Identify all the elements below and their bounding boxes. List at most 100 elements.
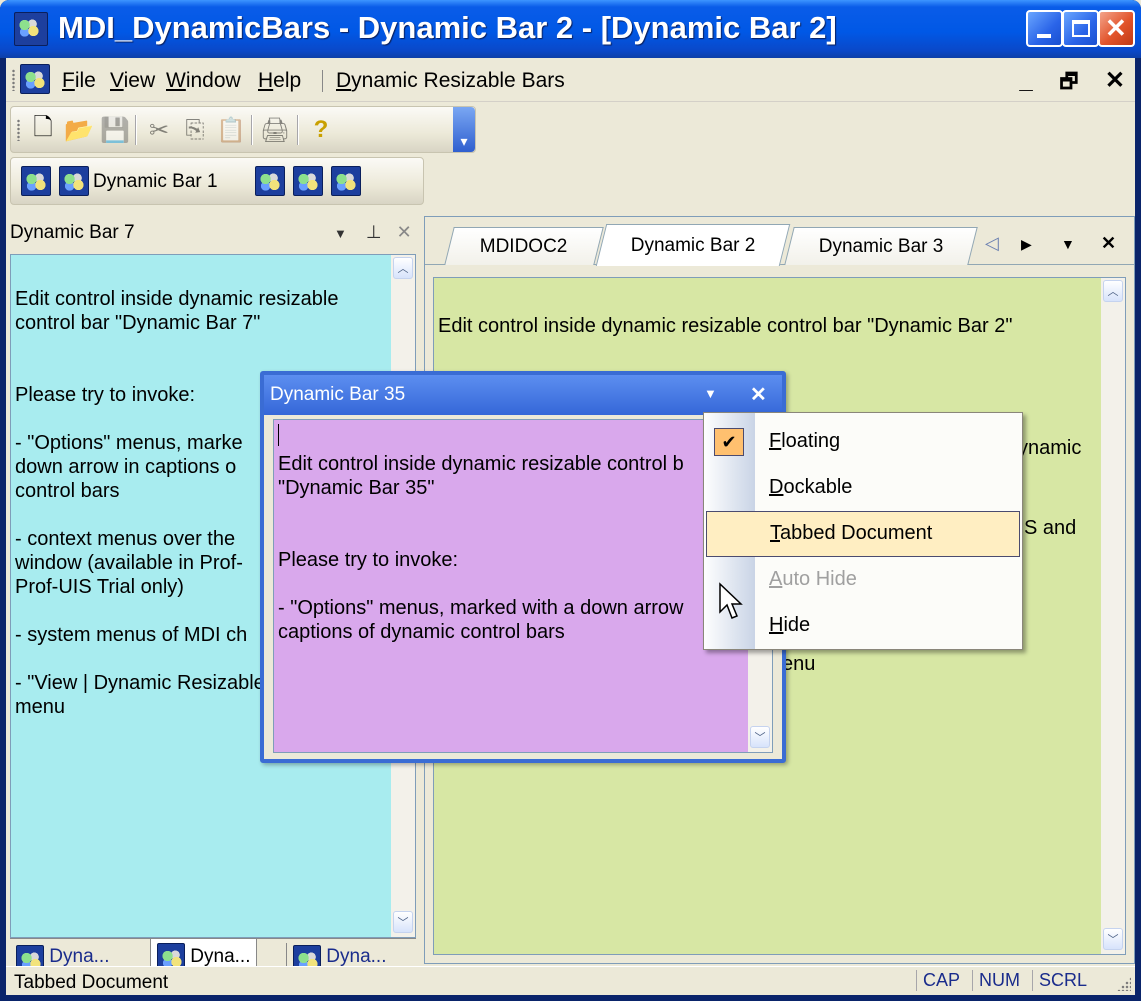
menu-item-key: A [769,568,783,590]
bar-35-titlebar[interactable]: Dynamic Bar 35 ▼ ✕ [264,375,782,415]
menu-item-tabbed-document[interactable]: Tabbed Document [706,511,1020,557]
menu-item-rest: ockable [783,476,853,498]
close-icon[interactable]: ✕ [397,222,412,242]
toolbar-grip[interactable] [17,119,20,141]
scroll-up-button[interactable]: ︿ [1103,280,1123,302]
app-icon[interactable] [14,12,48,46]
menu-dynamic-bars-rest: ynamic Resizable Bars [351,69,565,92]
menu-file[interactable]: File [62,69,96,93]
toolbar-separator [297,115,299,145]
menu-help[interactable]: Help [258,69,301,93]
tab-scroll-right-icon[interactable]: ▶ [1021,236,1032,253]
window-title: MDI_DynamicBars - Dynamic Bar 2 - [Dynam… [58,10,837,45]
tab-label: Dynamic Bar 3 [818,235,944,257]
chevron-down-icon[interactable]: ▼ [704,386,717,401]
checkmark-icon: ✔ [714,428,744,456]
scroll-up-button[interactable]: ︿ [393,257,413,279]
title-bar[interactable]: MDI_DynamicBars - Dynamic Bar 2 - [Dynam… [0,0,1141,58]
mouse-cursor-icon [719,582,743,619]
bar-35-title: Dynamic Bar 35 [270,384,406,405]
tab-scroll-left-icon[interactable]: ◁ [985,233,999,254]
menu-item-auto-hide[interactable]: Auto Hide [704,557,1022,603]
status-num: NUM [972,970,1020,991]
menu-separator [322,70,323,92]
menu-item-floating[interactable]: ✔ Floating [704,419,1022,465]
menu-help-rest: elp [273,69,302,92]
bar-2-text-fragment: S and [1024,517,1077,539]
main-window: MDI_DynamicBars - Dynamic Bar 2 - [Dynam… [0,0,1141,1001]
menu-file-key: F [62,69,75,92]
menu-item-key: H [769,614,784,636]
toolbar-separator [135,115,137,145]
text-line: - "Options" menus, marked with a down ar… [278,597,684,619]
bar-35-edit[interactable]: Edit control inside dynamic resizable co… [273,419,773,753]
status-cap: CAP [916,970,960,991]
dynamic-bar-1-button[interactable]: Dynamic Bar 1 [93,171,218,193]
dynamic-bar-1-icon[interactable] [59,166,89,196]
menu-view-key: V [110,69,124,92]
menu-item-label: Auto Hide [769,568,857,591]
menu-item-label: Floating [769,430,840,453]
menu-item-rest: uto Hide [782,568,857,590]
close-button[interactable]: ✕ [1098,10,1135,47]
tab-dynamic-bar-3[interactable]: Dynamic Bar 3 [784,227,978,265]
help-icon[interactable]: ? [307,116,335,144]
options-context-menu: ✔ Floating Dockable Tabbed Document Auto… [703,412,1023,650]
dynamic-bars-toolbar: Dynamic Bar 1 [10,157,424,205]
menubar-grip[interactable] [12,69,15,91]
menu-item-hide[interactable]: Hide [704,603,1022,649]
menu-window[interactable]: Window [166,69,241,93]
save-icon[interactable]: 💾 [100,116,130,144]
open-folder-icon[interactable]: 📂 [64,116,94,144]
tab-dynamic-bar-2[interactable]: Dynamic Bar 2 [595,224,791,266]
toolbar-chevron-icon[interactable]: ▾ [450,127,478,155]
minimize-button[interactable] [1026,10,1063,47]
close-icon[interactable]: ✕ [750,382,767,407]
dynamic-bar-icon[interactable] [21,166,51,196]
paste-icon[interactable]: 📋 [216,116,246,144]
menu-window-rest: indow [185,69,241,92]
maximize-button[interactable] [1062,10,1099,47]
dynamic-bar-icon[interactable] [255,166,285,196]
menu-file-rest: ile [74,69,96,92]
dynamic-bar-icon[interactable] [293,166,323,196]
mdi-restore-button[interactable]: 🗗 [1059,71,1078,93]
vertical-scrollbar[interactable]: ︿ ﹀ [1101,278,1125,954]
status-bar: Tabbed Document CAP NUM SCRL [6,966,1135,995]
copy-icon[interactable]: ⎘ [181,116,209,144]
new-file-icon[interactable]: 🗋 [29,114,57,144]
mdi-minimize-button[interactable]: _ [1019,67,1032,94]
bar-2-text-fragment: ynamic [1018,437,1082,459]
scroll-down-button[interactable]: ﹀ [1103,928,1123,950]
menu-item-dockable[interactable]: Dockable [704,465,1022,511]
mdi-close-button[interactable]: ✕ [1105,67,1125,94]
tab-close-icon[interactable]: ✕ [1101,233,1116,254]
toolbar-separator [251,115,253,145]
bar-7-title: Dynamic Bar 7 [10,222,135,243]
menu-view[interactable]: View [110,69,155,93]
bar-7-caption-buttons: ▼ ⊥ ✕ [334,222,412,243]
mdi-buttons: _ 🗗 ✕ [999,66,1125,101]
menu-view-rest: iew [123,69,156,92]
menu-help-key: H [258,69,274,92]
cut-icon[interactable]: ✂ [145,116,173,144]
menu-dynamic-bars[interactable]: Dynamic Resizable Bars [336,69,565,93]
bar-2-text-fragment: enu [782,653,816,675]
standard-toolbar: 🗋 📂 💾 ✂ ⎘ 📋 🖨 ? ▾ [10,106,476,153]
pin-icon[interactable]: ⊥ [366,222,382,242]
mdi-child-icon[interactable] [20,64,50,94]
dynamic-bar-icon[interactable] [331,166,361,196]
tab-list-icon[interactable]: ▼ [1061,236,1075,252]
tab-mdidoc2[interactable]: MDIDOC2 [444,227,604,265]
bar-2-text: Edit control inside dynamic resizable co… [438,315,1013,337]
menu-item-key: T [770,522,780,544]
print-icon[interactable]: 🖨 [260,116,290,144]
bottom-tab-label: Dyna... [326,946,387,967]
chevron-down-icon[interactable]: ▼ [334,226,347,241]
size-grip-icon[interactable] [1117,977,1131,991]
menu-item-key: D [769,476,784,498]
scroll-down-button[interactable]: ﹀ [393,911,413,933]
text-line: Edit control inside dynamic resizable [15,288,339,310]
tab-label: Dynamic Bar 2 [630,234,756,256]
scroll-down-button[interactable]: ﹀ [750,726,770,748]
